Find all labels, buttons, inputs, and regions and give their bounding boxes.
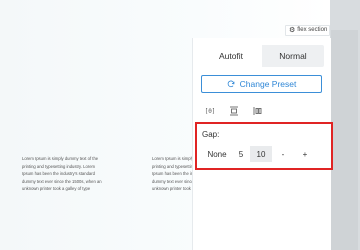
gap-control-highlight: Gap: None 5 10 - + bbox=[195, 122, 333, 170]
scrollbar-thumb[interactable] bbox=[331, 30, 358, 250]
gap-label: Gap: bbox=[202, 130, 220, 139]
align-vertical-center-icon[interactable] bbox=[229, 106, 239, 116]
gap-option-10[interactable]: 10 bbox=[250, 146, 272, 162]
gap-increment-button[interactable]: + bbox=[294, 146, 316, 162]
gap-option-none[interactable]: None bbox=[202, 146, 232, 162]
align-horizontal-center-icon[interactable]: [0] bbox=[205, 106, 216, 116]
gear-icon: ⚙ bbox=[289, 27, 296, 34]
gap-decrement-button[interactable]: - bbox=[272, 146, 294, 162]
gap-options: None 5 10 - + bbox=[202, 146, 316, 162]
flex-section-tag[interactable]: ⚙ flex section bbox=[285, 25, 330, 36]
alignment-icon-row: [0] bbox=[205, 106, 263, 116]
change-preset-button[interactable]: Change Preset bbox=[201, 75, 322, 93]
change-preset-label: Change Preset bbox=[239, 79, 297, 89]
flex-section-label: flex section bbox=[297, 27, 328, 33]
text-column-1: Lorem Ipsum is simply dummy text of the … bbox=[22, 156, 102, 192]
normal-option[interactable]: Normal bbox=[262, 45, 324, 67]
gap-option-5[interactable]: 5 bbox=[232, 146, 250, 162]
refresh-icon bbox=[227, 80, 235, 88]
autofit-option[interactable]: Autofit bbox=[200, 45, 262, 67]
fit-toggle: Autofit Normal bbox=[200, 45, 324, 67]
distribute-icon[interactable] bbox=[253, 106, 263, 116]
